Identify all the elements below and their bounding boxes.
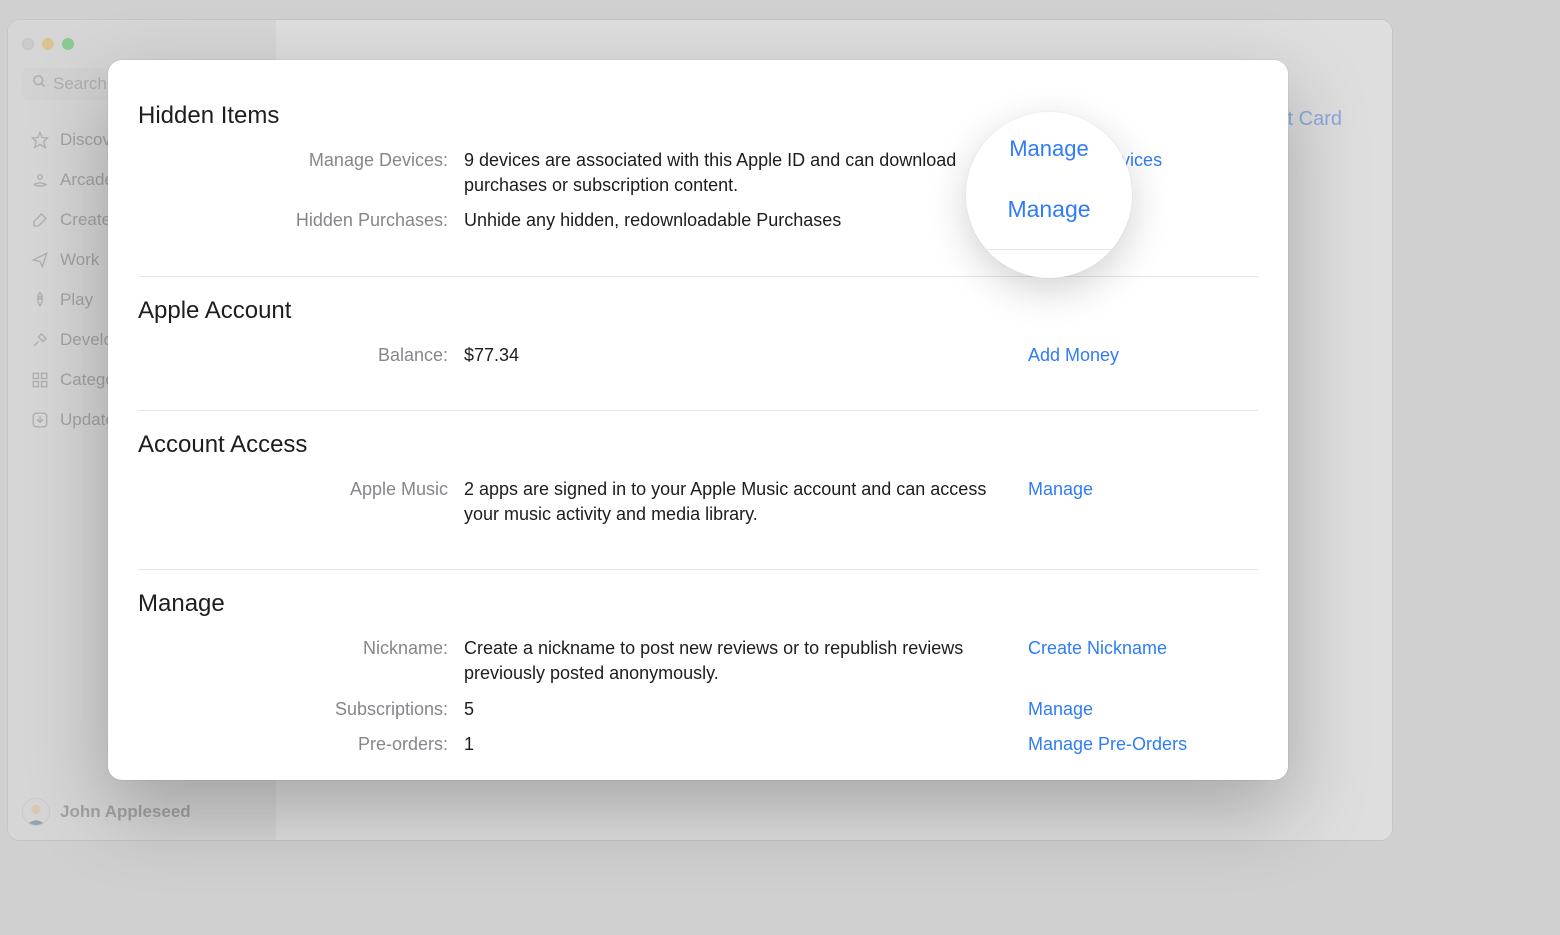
plane-icon [30,250,50,270]
avatar [22,798,50,826]
row-label: Subscriptions: [138,697,464,722]
hammer-icon [30,330,50,350]
row-value: Unhide any hidden, redownloadable Purcha… [464,208,1028,233]
row-value: 5 [464,697,1028,722]
preorders-manage-link[interactable]: Manage Pre-Orders [1028,734,1187,754]
section-manage: Manage Nickname: Create a nickname to po… [108,578,1288,780]
row-value: 9 devices are associated with this Apple… [464,148,1028,198]
row-apple-music: Apple Music 2 apps are signed in to your… [138,477,1258,527]
row-label: Apple Music [138,477,464,502]
row-preorders: Pre-orders: 1 Manage Pre-Orders [138,732,1258,757]
search-placeholder: Search [53,74,107,94]
divider [138,276,1258,277]
apple-music-manage-link[interactable]: Manage [1028,479,1093,499]
magnifier-divider [976,249,1122,250]
sidebar-item-label: Create [60,210,111,230]
user-name: John Appleseed [60,802,191,822]
row-label: Manage Devices: [138,148,464,173]
download-icon [30,410,50,430]
fullscreen-window-button[interactable] [62,38,74,50]
row-value: $77.34 [464,343,1028,368]
row-label: Pre-orders: [138,732,464,757]
row-subscriptions: Subscriptions: 5 Manage [138,697,1258,722]
sidebar-item-label: Play [60,290,93,310]
sidebar-item-label: Work [60,250,99,270]
arcade-icon [30,170,50,190]
row-value: 1 [464,732,1028,757]
row-label: Nickname: [138,636,464,661]
row-value: Create a nickname to post new reviews or… [464,636,1028,686]
add-money-link[interactable]: Add Money [1028,345,1119,365]
brush-icon [30,210,50,230]
row-label: Hidden Purchases: [138,208,464,233]
divider [138,410,1258,411]
section-title: Manage [138,590,1258,618]
gift-card-link-partial[interactable]: t Card [1288,108,1342,131]
grid-icon [30,370,50,390]
section-apple-account: Apple Account Balance: $77.34 Add Money [108,285,1288,402]
magnifier-callout: Manage Manage [966,112,1132,278]
section-title: Apple Account [138,297,1258,325]
search-icon [32,74,47,94]
subscriptions-manage-link[interactable]: Manage [1028,699,1093,719]
magnifier-top-text: Manage [1009,136,1089,162]
star-icon [30,130,50,150]
rocket-icon [30,290,50,310]
row-label: Balance: [138,343,464,368]
row-balance: Balance: $77.34 Add Money [138,343,1258,368]
sidebar-item-label: Arcade [60,170,114,190]
section-account-access: Account Access Apple Music 2 apps are si… [108,419,1288,561]
close-window-button[interactable] [22,38,34,50]
create-nickname-link[interactable]: Create Nickname [1028,638,1167,658]
row-value: 2 apps are signed in to your Apple Music… [464,477,1028,527]
magnifier-main-text: Manage [1007,196,1090,223]
user-account-row[interactable]: John Appleseed [22,798,191,826]
row-nickname: Nickname: Create a nickname to post new … [138,636,1258,686]
section-title: Account Access [138,431,1258,459]
minimize-window-button[interactable] [42,38,54,50]
divider [138,569,1258,570]
